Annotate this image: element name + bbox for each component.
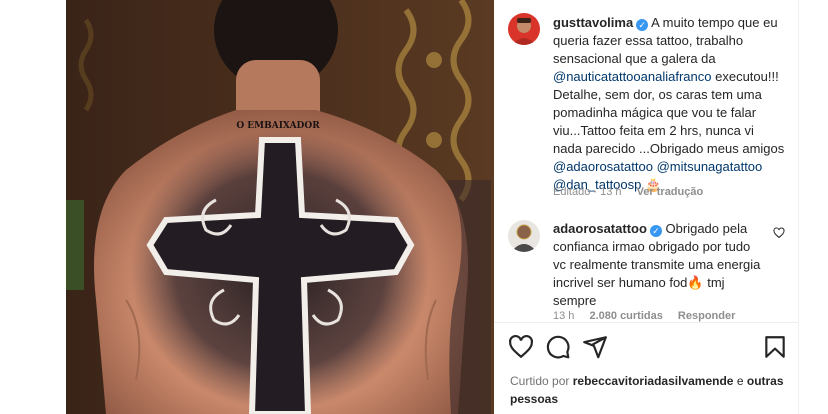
author-username[interactable]: gusttavolima: [553, 15, 633, 30]
commenter-avatar[interactable]: [508, 220, 540, 252]
mention-link[interactable]: @mitsunagatattoo: [657, 159, 763, 174]
share-icon[interactable]: [582, 334, 608, 360]
verified-icon: ✓: [649, 225, 662, 237]
liked-by-user[interactable]: rebeccavitoriadasilvamende: [573, 374, 734, 388]
avatar-image: [508, 13, 540, 45]
caption-meta: Editado · 13 h Ver tradução: [553, 186, 703, 198]
edited-time: Editado · 13 h: [553, 186, 622, 198]
post-sidebar: gusttavolima ✓ A muito tempo que eu queri…: [494, 0, 798, 414]
fire-emoji: 🔥: [687, 275, 704, 290]
action-bar: [494, 330, 798, 366]
page-background-right: [798, 0, 828, 414]
divider: [494, 322, 798, 323]
comment-meta: 13 h 2.080 curtidas Responder: [553, 310, 735, 322]
comment-icon[interactable]: [545, 334, 571, 360]
liked-by-conj: e: [736, 374, 744, 388]
post-image[interactable]: O EMBAIXADOR: [66, 0, 494, 414]
comment-time: 13 h: [553, 310, 575, 322]
heart-icon[interactable]: [773, 227, 785, 239]
author-avatar[interactable]: [508, 13, 540, 45]
avatar-image: [508, 220, 540, 252]
mention-link[interactable]: @adaorosatattoo: [553, 159, 653, 174]
reply-button[interactable]: Responder: [678, 310, 735, 322]
comments-section: gusttavolima ✓ A muito tempo que eu queri…: [494, 0, 798, 322]
liked-by-prefix: Curtido por: [510, 374, 570, 388]
bookmark-icon[interactable]: [762, 334, 788, 360]
tattoo-photo: O EMBAIXADOR: [66, 0, 494, 414]
liked-by: Curtido por rebeccavitoriadasilvamende e…: [510, 372, 790, 408]
comment-likes[interactable]: 2.080 curtidas: [589, 310, 662, 322]
mention-link[interactable]: @nauticatattooanaliafranco: [553, 69, 711, 84]
comment-text: adaorosatattoo ✓ Obrigado pela confianca …: [553, 220, 763, 310]
heart-icon[interactable]: [508, 334, 534, 360]
post-caption: gusttavolima ✓ A muito tempo que eu queri…: [553, 14, 785, 194]
commenter-username[interactable]: adaorosatattoo: [553, 221, 647, 236]
see-translation-link[interactable]: Ver tradução: [637, 186, 704, 198]
neck-tattoo-text: O EMBAIXADOR: [236, 121, 320, 131]
verified-icon: ✓: [636, 19, 649, 31]
